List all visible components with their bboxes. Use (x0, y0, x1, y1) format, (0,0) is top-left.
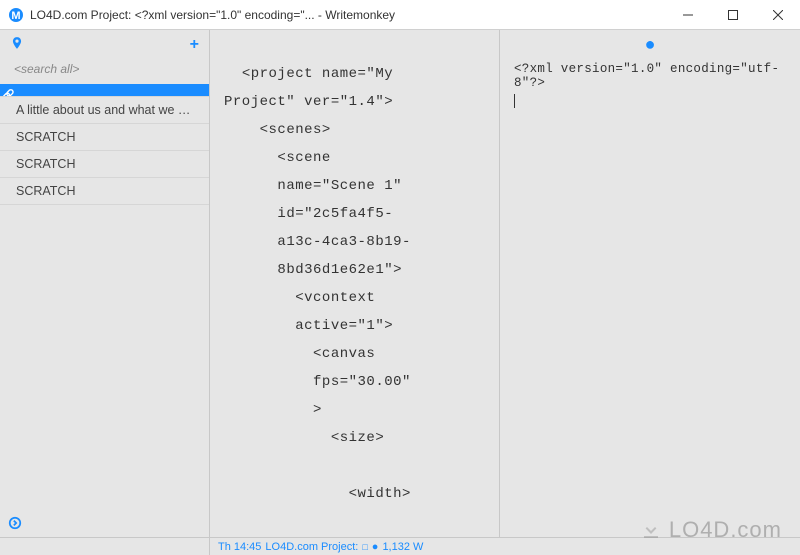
list-item[interactable] (0, 84, 209, 97)
list-item[interactable]: SCRATCH (0, 178, 209, 205)
document-preview[interactable]: <project name="My Project" ver="1.4"> <s… (210, 30, 499, 537)
watermark: LO4D.com (639, 517, 782, 543)
status-time: Th 14:45 (218, 541, 261, 553)
status-left (0, 538, 210, 555)
window-controls (665, 0, 800, 29)
status-wordcount: 1,132 W (382, 541, 423, 553)
sidebar-footer-icon[interactable] (0, 512, 209, 537)
center-panel: <project name="My Project" ver="1.4"> <s… (210, 30, 500, 537)
list-item[interactable]: SCRATCH (0, 124, 209, 151)
minimize-button[interactable] (665, 0, 710, 30)
project-box-icon: □ (362, 542, 367, 552)
editor-content[interactable]: <?xml version="1.0" encoding="utf-8"?> (500, 58, 800, 112)
modified-indicator-icon: ● (645, 34, 656, 55)
editor-text: <?xml version="1.0" encoding="utf-8"?> (514, 62, 779, 90)
main-area: + <search all> A little about us and wha… (0, 30, 800, 537)
window-title: LO4D.com Project: <?xml version="1.0" en… (30, 8, 665, 22)
maximize-button[interactable] (710, 0, 755, 30)
download-icon (639, 518, 663, 542)
list-item[interactable]: A little about us and what we … (0, 97, 209, 124)
editor-panel: ● <?xml version="1.0" encoding="utf-8"?> (500, 30, 800, 537)
status-bullet-icon: ● (372, 541, 379, 553)
sidebar-header: + (0, 30, 209, 58)
document-list: A little about us and what we … SCRATCH … (0, 84, 209, 205)
svg-text:M: M (11, 10, 20, 22)
sidebar: + <search all> A little about us and wha… (0, 30, 210, 537)
status-project: LO4D.com Project: (265, 541, 358, 553)
editor-header: ● (500, 30, 800, 58)
search-input[interactable]: <search all> (10, 60, 199, 78)
list-item[interactable]: SCRATCH (0, 151, 209, 178)
text-cursor (514, 94, 515, 108)
app-icon: M (8, 7, 24, 23)
titlebar: M LO4D.com Project: <?xml version="1.0" … (0, 0, 800, 30)
add-icon[interactable]: + (190, 36, 199, 54)
watermark-text: LO4D.com (669, 517, 782, 543)
status-center: Th 14:45 LO4D.com Project: □ ● 1,132 W (210, 541, 431, 553)
pin-icon[interactable] (10, 36, 24, 55)
close-button[interactable] (755, 0, 800, 30)
